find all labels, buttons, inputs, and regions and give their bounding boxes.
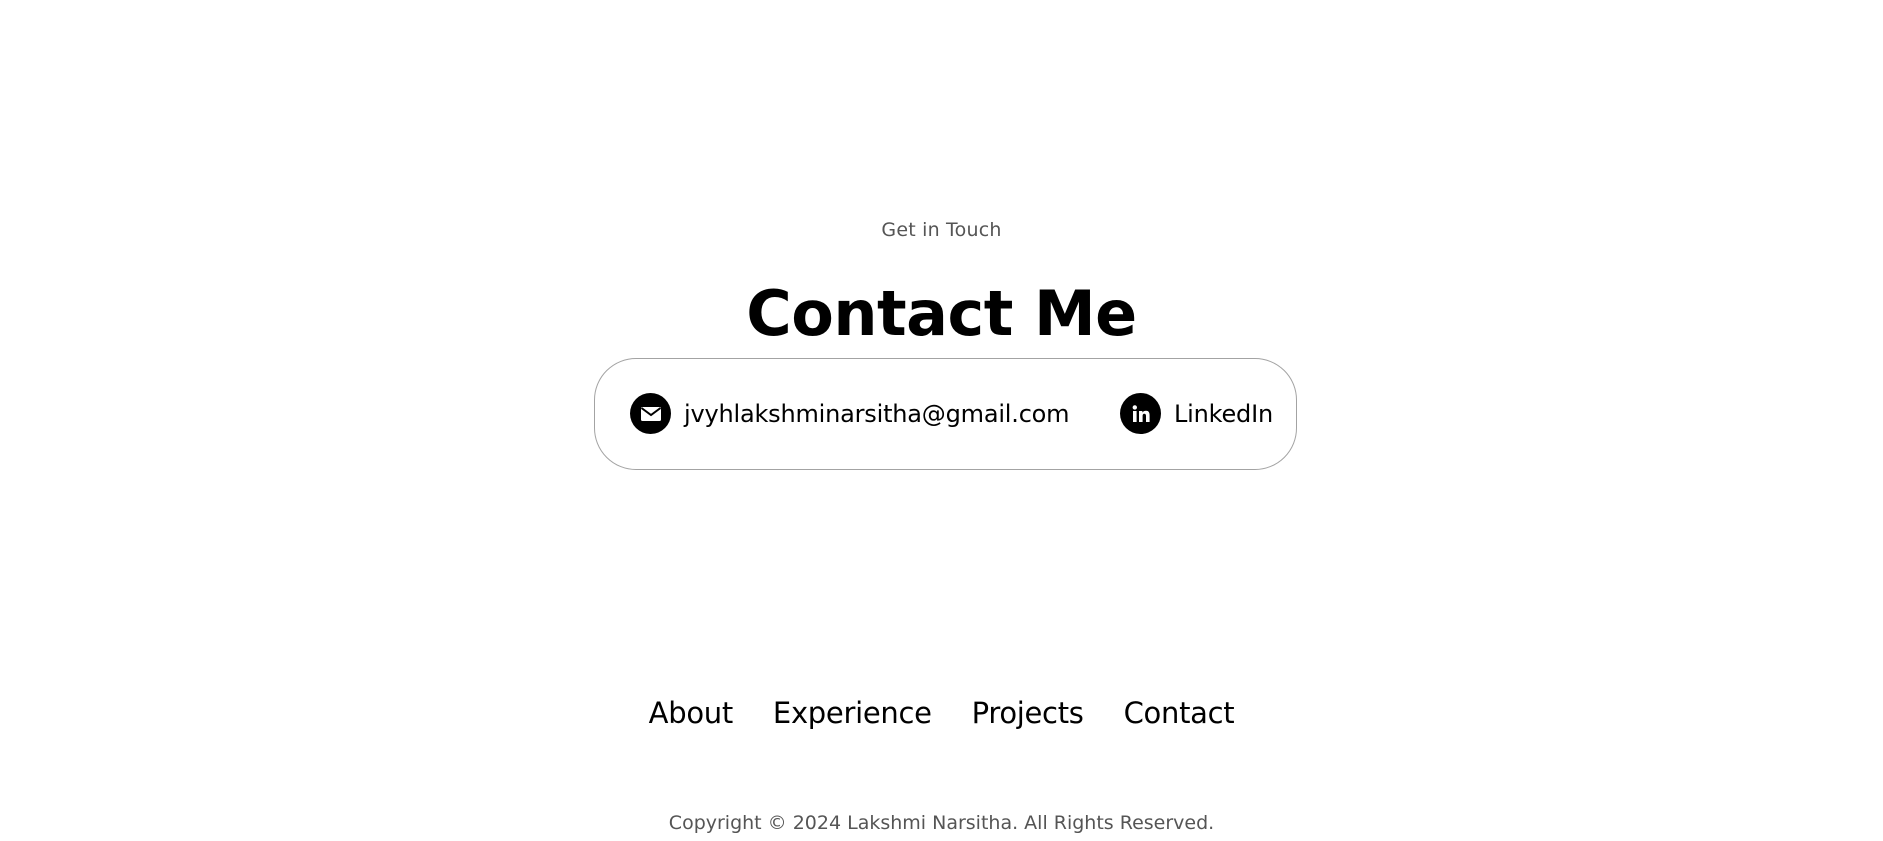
mail-icon [630, 393, 671, 434]
section-title: Contact Me [746, 276, 1137, 350]
copyright-text: Copyright © 2024 Lakshmi Narsitha. All R… [668, 812, 1215, 834]
linkedin-contact-link[interactable]: LinkedIn [1120, 359, 1273, 468]
linkedin-label: LinkedIn [1174, 399, 1273, 428]
footer-nav: About Experience Projects Contact [0, 696, 1883, 730]
footer-nav-projects[interactable]: Projects [972, 696, 1084, 730]
linkedin-icon [1120, 393, 1161, 434]
contact-info-container: jvyhlakshminarsitha@gmail.com LinkedIn [594, 358, 1297, 470]
footer-nav-contact[interactable]: Contact [1124, 696, 1235, 730]
section-subtitle: Get in Touch [881, 219, 1002, 241]
footer-nav-experience[interactable]: Experience [773, 696, 932, 730]
footer-nav-about[interactable]: About [649, 696, 734, 730]
email-address: jvyhlakshminarsitha@gmail.com [684, 399, 1070, 428]
email-contact-link[interactable]: jvyhlakshminarsitha@gmail.com [630, 359, 1070, 468]
